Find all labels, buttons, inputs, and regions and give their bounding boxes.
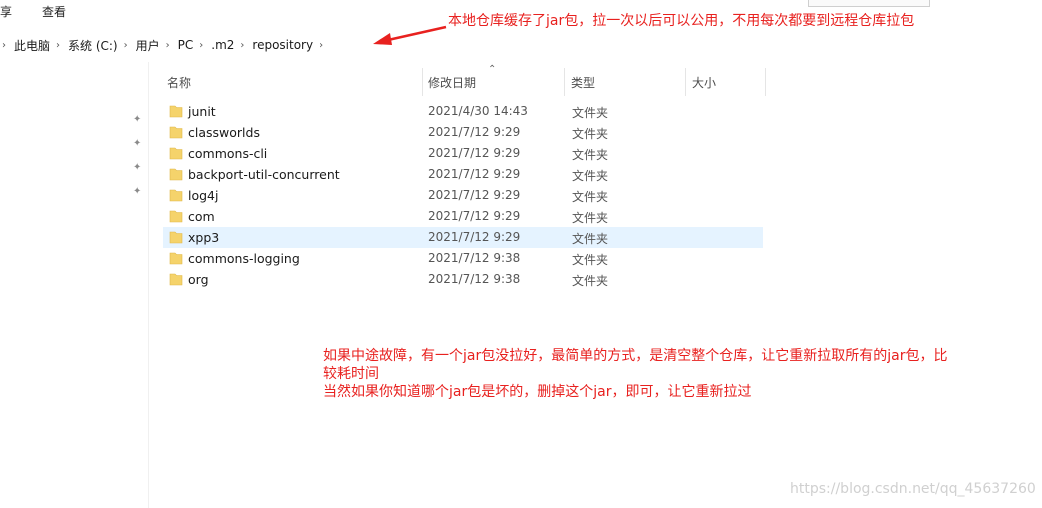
file-date: 2021/7/12 9:29 [428, 125, 521, 139]
tab-view[interactable]: 查看 [42, 3, 66, 20]
file-name: commons-logging [188, 251, 300, 266]
table-row[interactable]: commons-logging 2021/7/12 9:38 文件夹 [163, 248, 763, 269]
file-type: 文件夹 [572, 106, 609, 120]
folder-icon [169, 273, 183, 286]
file-name: log4j [188, 188, 219, 203]
table-row[interactable]: commons-cli 2021/7/12 9:29 文件夹 [163, 143, 763, 164]
column-header-type[interactable]: 类型 [571, 74, 595, 91]
column-header-name[interactable]: 名称 [167, 74, 191, 91]
chevron-right-icon: › [2, 39, 6, 51]
breadcrumb-users[interactable]: 用户 [136, 37, 160, 54]
table-row[interactable]: org 2021/7/12 9:38 文件夹 [163, 269, 763, 290]
folder-icon [169, 105, 183, 118]
file-date: 2021/7/12 9:38 [428, 272, 521, 286]
folder-icon [169, 126, 183, 139]
column-resize-handle[interactable] [564, 68, 565, 96]
chevron-right-icon[interactable]: › [319, 40, 323, 51]
file-type: 文件夹 [572, 127, 609, 141]
pin-icon[interactable]: ✦ [133, 138, 143, 150]
pin-icon[interactable]: ✦ [133, 114, 143, 126]
file-name: junit [188, 104, 216, 119]
chevron-right-icon[interactable]: › [56, 40, 60, 51]
nav-pane-divider [148, 62, 149, 508]
file-date: 2021/7/12 9:29 [428, 230, 521, 244]
file-type: 文件夹 [572, 169, 609, 183]
table-row[interactable]: log4j 2021/7/12 9:29 文件夹 [163, 185, 763, 206]
folder-icon [169, 147, 183, 160]
file-date: 2021/7/12 9:29 [428, 167, 521, 181]
chevron-right-icon[interactable]: › [166, 40, 170, 51]
file-name: xpp3 [188, 230, 220, 245]
table-row[interactable]: backport-util-concurrent 2021/7/12 9:29 … [163, 164, 763, 185]
file-type: 文件夹 [572, 211, 609, 225]
sort-up-icon: ⌃ [488, 64, 497, 75]
file-list: junit 2021/4/30 14:43 文件夹 classworlds 20… [163, 101, 763, 290]
column-header-date[interactable]: 修改日期 [428, 74, 476, 91]
tab-share[interactable]: 享 [0, 3, 12, 20]
folder-icon [169, 252, 183, 265]
file-name: com [188, 209, 215, 224]
chevron-right-icon[interactable]: › [124, 40, 128, 51]
watermark: https://blog.csdn.net/qq_45637260 [790, 481, 1036, 497]
folder-icon [169, 210, 183, 223]
column-header-row: 名称 ⌃ 修改日期 类型 大小 [160, 64, 770, 96]
folder-icon [169, 189, 183, 202]
breadcrumb-m2[interactable]: .m2 [211, 38, 234, 52]
annotation-top: 本地仓库缓存了jar包，拉一次以后可以公用，不用每次都要到远程仓库拉包 [448, 13, 915, 29]
file-date: 2021/7/12 9:29 [428, 188, 521, 202]
table-row[interactable]: com 2021/7/12 9:29 文件夹 [163, 206, 763, 227]
breadcrumb-pc[interactable]: PC [178, 38, 194, 52]
breadcrumb[interactable]: › 此电脑 › 系统 (C:) › 用户 › PC › .m2 › reposi… [0, 30, 1042, 60]
file-name: commons-cli [188, 146, 268, 161]
file-date: 2021/7/12 9:38 [428, 251, 521, 265]
column-resize-handle[interactable] [765, 68, 766, 96]
breadcrumb-system-c[interactable]: 系统 (C:) [68, 37, 118, 54]
table-row[interactable]: junit 2021/4/30 14:43 文件夹 [163, 101, 763, 122]
pin-icon[interactable]: ✦ [133, 162, 143, 174]
column-resize-handle[interactable] [685, 68, 686, 96]
folder-icon [169, 168, 183, 181]
annotation-line: 较耗时间 [323, 366, 379, 382]
file-name: org [188, 272, 209, 287]
file-type: 文件夹 [572, 274, 609, 288]
column-resize-handle[interactable] [422, 68, 423, 96]
file-date: 2021/4/30 14:43 [428, 104, 528, 118]
file-name: classworlds [188, 125, 260, 140]
breadcrumb-this-pc[interactable]: 此电脑 [14, 37, 50, 54]
pin-icon[interactable]: ✦ [133, 186, 143, 198]
red-arrow-icon [373, 25, 447, 45]
folder-icon [169, 231, 183, 244]
annotation-bottom: 如果中途故障，有一个jar包没拉好，最简单的方式，是清空整个仓库，让它重新拉取所… [323, 347, 1039, 401]
file-type: 文件夹 [572, 148, 609, 162]
file-date: 2021/7/12 9:29 [428, 209, 521, 223]
annotation-line: 当然如果你知道哪个jar包是坏的，删掉这个jar，即可，让它重新拉过 [323, 384, 752, 400]
breadcrumb-repository[interactable]: repository [252, 38, 313, 52]
file-date: 2021/7/12 9:29 [428, 146, 521, 160]
table-row-selected[interactable]: xpp3 2021/7/12 9:29 文件夹 [163, 227, 763, 248]
table-row[interactable]: classworlds 2021/7/12 9:29 文件夹 [163, 122, 763, 143]
chevron-right-icon[interactable]: › [240, 40, 244, 51]
chevron-right-icon[interactable]: › [199, 40, 203, 51]
annotation-line: 如果中途故障，有一个jar包没拉好，最简单的方式，是清空整个仓库，让它重新拉取所… [323, 348, 948, 364]
file-name: backport-util-concurrent [188, 167, 340, 182]
column-header-size[interactable]: 大小 [692, 74, 716, 91]
file-type: 文件夹 [572, 232, 609, 246]
file-type: 文件夹 [572, 253, 609, 267]
window-fragment [808, 0, 930, 7]
file-type: 文件夹 [572, 190, 609, 204]
